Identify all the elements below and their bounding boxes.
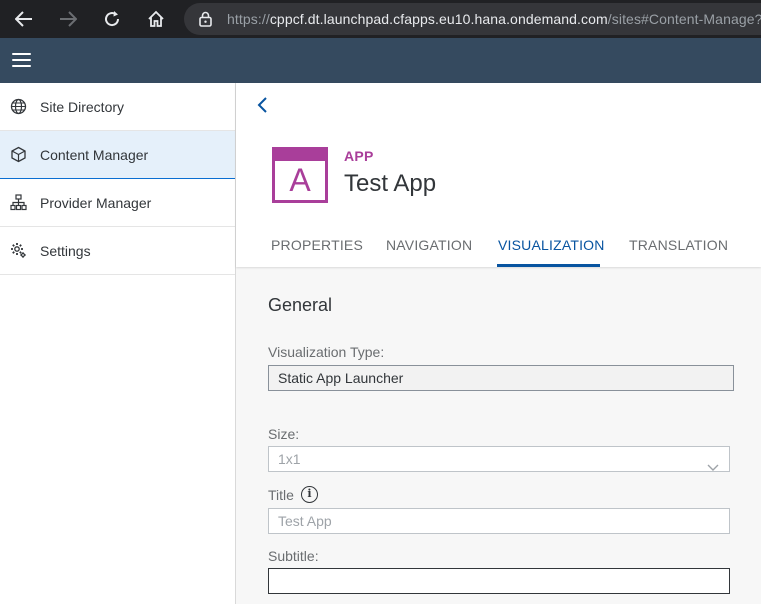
- gear-icon: [10, 242, 27, 259]
- tab-visualization[interactable]: VISUALIZATION: [498, 237, 605, 253]
- app-tile-icon: A: [272, 147, 328, 203]
- subtitle-field[interactable]: [268, 568, 730, 594]
- title-label: Title: [268, 487, 294, 503]
- size-select[interactable]: 1x1: [268, 446, 730, 472]
- tab-navigation[interactable]: NAVIGATION: [386, 237, 472, 253]
- main-content: A APP Test App PROPERTIES NAVIGATION VIS…: [236, 83, 761, 604]
- sidebar-item-settings[interactable]: Settings: [0, 227, 235, 275]
- cube-icon: [10, 146, 27, 163]
- subtitle-label: Subtitle:: [268, 548, 319, 564]
- url-host: cppcf.dt.launchpad.cfapps.eu10.hana.onde…: [269, 11, 608, 27]
- sidebar-item-content-manager[interactable]: Content Manager: [0, 131, 235, 179]
- tab-properties[interactable]: PROPERTIES: [271, 237, 363, 253]
- sidebar-item-provider-manager[interactable]: Provider Manager: [0, 179, 235, 227]
- app-type-label: APP: [344, 148, 374, 164]
- info-icon[interactable]: i: [301, 486, 318, 503]
- chevron-down-icon: [707, 455, 719, 471]
- sidebar-item-label: Site Directory: [40, 99, 125, 115]
- url-path: /sites#Content-Manage?s: [607, 11, 761, 27]
- back-arrow-icon[interactable]: [12, 7, 36, 31]
- lock-icon: [199, 11, 212, 32]
- globe-icon: [10, 98, 27, 115]
- app-tile-letter: A: [289, 162, 311, 198]
- reload-icon[interactable]: [100, 7, 124, 31]
- active-tab-indicator: [497, 264, 600, 267]
- tab-translation[interactable]: TRANSLATION: [629, 237, 728, 253]
- page-title: Test App: [344, 170, 437, 197]
- home-icon[interactable]: [144, 7, 168, 31]
- size-label: Size:: [268, 426, 300, 442]
- sidebar-item-site-directory[interactable]: Site Directory: [0, 83, 235, 131]
- section-title: General: [268, 295, 333, 315]
- sidebar-item-label: Content Manager: [40, 147, 149, 163]
- object-header: A APP Test App PROPERTIES NAVIGATION VIS…: [236, 83, 761, 267]
- visualization-type-field: Static App Launcher: [268, 365, 734, 391]
- sidebar-item-label: Provider Manager: [40, 195, 152, 211]
- browser-toolbar: https://cppcf.dt.launchpad.cfapps.eu10.h…: [0, 0, 761, 38]
- shell-bar: [0, 38, 761, 83]
- address-bar[interactable]: https://cppcf.dt.launchpad.cfapps.eu10.h…: [184, 3, 761, 35]
- size-select-value: 1x1: [278, 451, 301, 467]
- title-field[interactable]: Test App: [268, 508, 730, 534]
- url-text: https://cppcf.dt.launchpad.cfapps.eu10.h…: [227, 11, 761, 27]
- sidebar-item-label: Settings: [40, 243, 91, 259]
- hierarchy-icon: [10, 194, 27, 211]
- back-chevron-icon[interactable]: [256, 96, 270, 114]
- forward-arrow-icon[interactable]: [56, 7, 80, 31]
- visualization-type-label: Visualization Type:: [268, 344, 385, 360]
- sidebar: Site Directory Content Manager Provider …: [0, 83, 236, 604]
- menu-icon[interactable]: [12, 53, 31, 67]
